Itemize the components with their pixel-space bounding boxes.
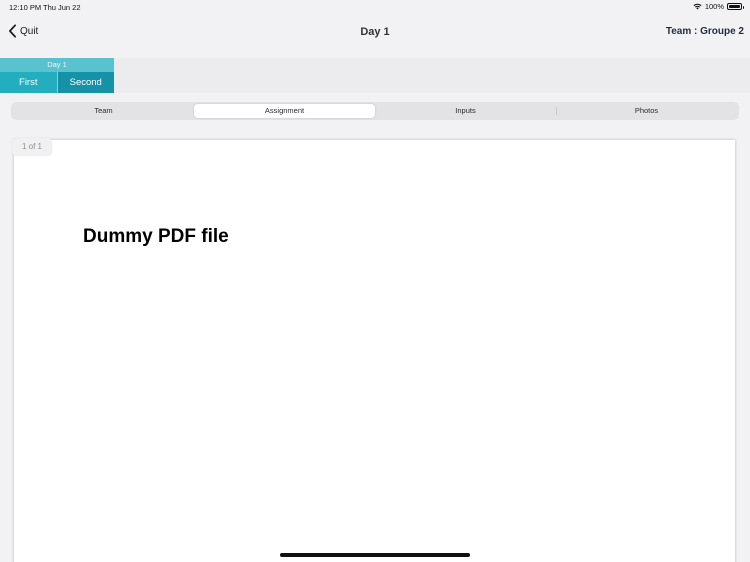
- quit-label: Quit: [20, 25, 39, 37]
- battery-percent: 100%: [704, 2, 724, 11]
- status-date: Thu Jun 22: [43, 3, 81, 12]
- page-indicator: 1 of 1: [12, 138, 52, 156]
- pdf-viewer[interactable]: Dummy PDF file: [14, 140, 735, 562]
- segment-inputs[interactable]: Inputs: [375, 104, 556, 118]
- day-tabs: First Second: [0, 72, 114, 93]
- tab-second[interactable]: Second: [57, 72, 114, 93]
- segment-assignment[interactable]: Assignment: [194, 104, 375, 118]
- status-time: 12:10 PM: [9, 3, 42, 12]
- day-group: Day 1 First Second: [0, 58, 114, 93]
- pdf-heading: Dummy PDF file: [83, 226, 229, 247]
- tab-first[interactable]: First: [0, 72, 58, 93]
- section-segmented-control: Team Assignment Inputs Photos: [11, 102, 739, 120]
- page-title: Day 1: [360, 26, 390, 38]
- segment-photos[interactable]: Photos: [556, 104, 737, 118]
- day-selector-bar: Day 1 First Second: [0, 58, 750, 93]
- status-indicators: 100%: [693, 2, 744, 11]
- team-label: Team : Groupe 2: [665, 26, 744, 37]
- battery-icon: [727, 3, 744, 10]
- segment-team[interactable]: Team: [13, 104, 194, 118]
- day-header: Day 1: [0, 58, 114, 72]
- chevron-left-icon: [9, 24, 16, 38]
- status-bar: 12:10 PM Thu Jun 22 100%: [0, 0, 750, 14]
- wifi-icon: [693, 3, 702, 10]
- quit-button[interactable]: Quit: [8, 24, 38, 38]
- navigation-bar: Quit Day 1 Team : Groupe 2: [0, 14, 750, 52]
- home-indicator[interactable]: [280, 553, 470, 557]
